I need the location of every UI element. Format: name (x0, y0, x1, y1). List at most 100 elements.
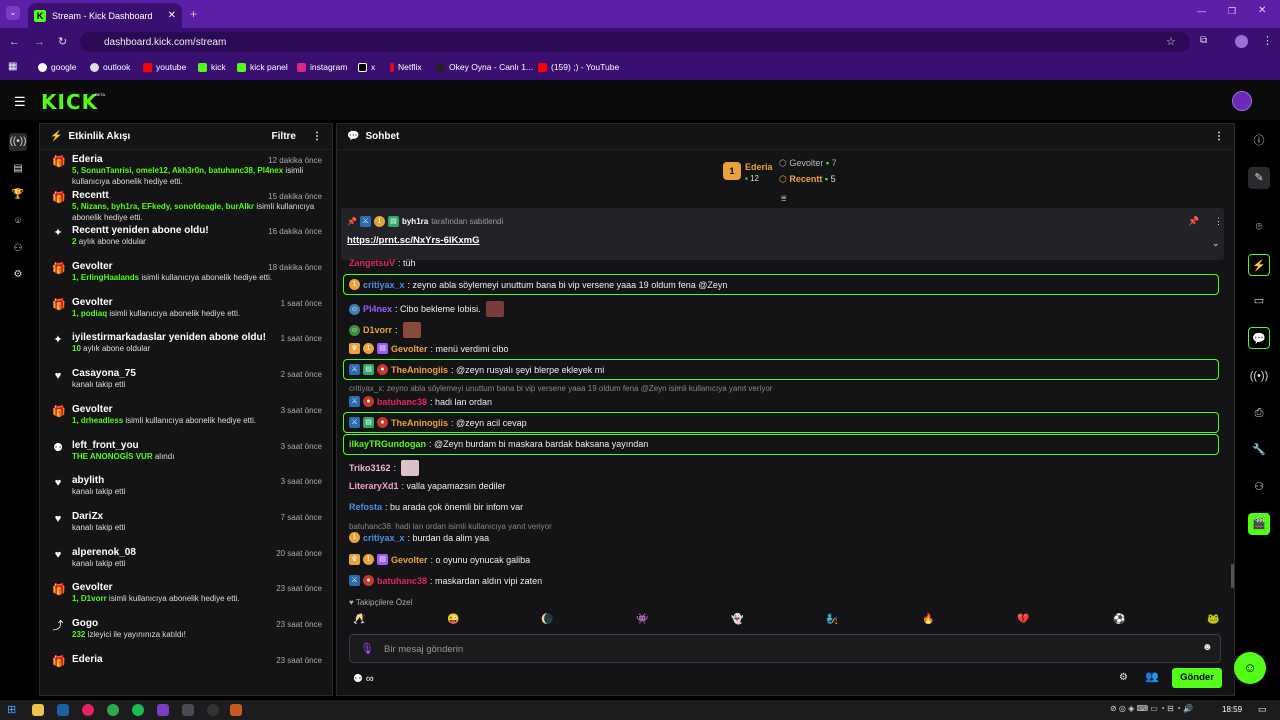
steam-icon[interactable] (57, 704, 69, 716)
chat-message[interactable]: Refosta: bu arada çok önemli bir infom v… (349, 502, 523, 512)
emote-icon[interactable]: 👾 (636, 614, 648, 625)
emote-icon[interactable]: 🧞 (826, 614, 838, 625)
chat-message[interactable]: Triko3162: (349, 460, 420, 476)
bookmark-star-icon[interactable]: ☆ (1166, 35, 1176, 48)
pinned-menu-icon[interactable]: ⋮ (1214, 216, 1223, 227)
chatters-icon[interactable]: 👥 (1145, 670, 1159, 683)
windows-start-icon[interactable]: ⊞ (7, 703, 16, 716)
back-icon[interactable]: ← (9, 36, 20, 48)
file-explorer-icon[interactable] (32, 704, 44, 716)
feed-item[interactable]: ✦ Recentt yeniden abone oldu! 16 dakika ön… (40, 221, 332, 257)
menu-kebab-icon[interactable]: ⋮ (1262, 34, 1273, 47)
active-app-icon[interactable] (230, 704, 242, 716)
obs-icon[interactable] (207, 704, 219, 716)
bookmark-kick[interactable]: kick (198, 62, 226, 72)
notifications-icon[interactable]: ▭ (1258, 704, 1267, 715)
stats-nav-icon[interactable]: ▤ (9, 160, 27, 178)
emote-icon[interactable]: ⚽ (1113, 614, 1125, 625)
tab-search-icon[interactable]: ⌄ (6, 6, 20, 20)
chat-message[interactable]: ilkayTRGundogan: @Zeyn burdam bi maskara… (349, 439, 648, 449)
chat-message[interactable]: ☺ D1vorr: (349, 322, 421, 338)
emote-icon[interactable]: 😜 (447, 614, 459, 625)
feed-item[interactable]: ✦ iyilestirmarkadaslar yeniden abone oldu… (40, 328, 332, 364)
app-icon[interactable] (157, 704, 169, 716)
profile-avatar[interactable] (1235, 35, 1248, 48)
chat-message[interactable]: ☺ Pl4nex: Cibo bekleme lobisi. (349, 301, 504, 317)
chrome-icon[interactable] (107, 704, 119, 716)
emote-icon[interactable]: 💔 (1017, 614, 1029, 625)
chat-message[interactable]: ♛ 1 ▤ Gevolter: o oyunu oynucak galiba (349, 554, 530, 565)
feed-item[interactable]: ♥ alperenok_08 20 saat önce kanalı takip e… (40, 543, 332, 579)
feed-item[interactable]: 🎁 Ederia 12 dakika önce 5, SonunTanrisi, om… (40, 150, 332, 186)
microphone-icon[interactable]: 🎙 (360, 642, 374, 655)
emote-icon[interactable]: 👻 (731, 614, 743, 625)
chat-settings-icon[interactable]: ⚙ (1119, 672, 1128, 683)
close-tab-icon[interactable]: ✕ (168, 10, 176, 21)
bookmark-kick-panel[interactable]: kick panel (237, 62, 288, 72)
feed-item[interactable]: 🎁 Gevolter 23 saat önce 1, D1vorr isimli ku… (40, 578, 332, 614)
chat-username[interactable]: Refosta (349, 502, 382, 512)
chat-username[interactable]: D1vorr (363, 325, 392, 335)
chat-username[interactable]: batuhanc38 (377, 576, 427, 586)
chat-message[interactable]: ♛ 1 ▤ Gevolter: menü verdimi cibo (349, 343, 509, 354)
feed-item[interactable]: ♥ DariZx 7 saat önce kanalı takip etti (40, 507, 332, 543)
opera-icon[interactable] (82, 704, 94, 716)
bookmark-google[interactable]: google (38, 62, 77, 72)
send-button[interactable]: Gönder (1172, 668, 1222, 688)
close-window-icon[interactable]: ✕ (1258, 5, 1266, 16)
chat-toggle-icon[interactable]: 💬 (1248, 327, 1270, 349)
chat-username[interactable]: ilkayTRGundogan (349, 439, 426, 449)
chat-message[interactable]: ⚔ ● batuhanc38: maskardan aldın vipi zaten (349, 575, 542, 586)
settings-nav-icon[interactable]: ⚙ (9, 266, 27, 284)
chat-username[interactable]: Gevolter (391, 555, 428, 565)
chat-username[interactable]: LiteraryXd1 (349, 481, 399, 491)
emoji-picker-icon[interactable]: ☻ (1202, 642, 1213, 653)
chat-username[interactable]: Gevolter (391, 344, 428, 354)
trophy-nav-icon[interactable]: 🏆 (9, 186, 27, 204)
edit-icon[interactable]: ✎ (1248, 167, 1270, 189)
feed-item[interactable]: ⤴ Gogo 23 saat önce 232 izleyici ile yayını… (40, 614, 332, 650)
group-icon[interactable]: ⚇ (1248, 476, 1270, 498)
bookmark-netflix[interactable]: Netflix (390, 62, 422, 72)
filter-button[interactable]: Filtre (272, 131, 296, 142)
chat-message[interactable]: ⚔ ● batuhanc38: hadi lan ordan (349, 396, 492, 407)
feed-item[interactable]: 🎁 Gevolter 18 dakika önce 1, ErlingHaalands… (40, 257, 332, 293)
camera-nav-icon[interactable]: ⌾ (9, 213, 27, 231)
chat-username[interactable]: ZangetsuV (349, 258, 395, 268)
stream-nav-icon[interactable]: ((•)) (9, 133, 27, 151)
expand-leaderboard-icon[interactable]: ⩸ (781, 193, 786, 204)
chat-message[interactable]: ⚔ ▤ ● TheAninogiis: @zeyn acil cevap (349, 417, 527, 428)
chat-username[interactable]: TheAninogiis (391, 418, 448, 428)
reload-icon[interactable]: ↻ (58, 35, 67, 48)
top-gifter-name[interactable]: Ederia (745, 162, 773, 172)
restore-icon[interactable]: ❐ (1228, 6, 1236, 17)
bookmark-x[interactable]: x (358, 62, 375, 72)
chat-message[interactable]: LiteraryXd1: valla yapamazsın dediler (349, 481, 506, 491)
community-nav-icon[interactable]: ⚇ (9, 240, 27, 258)
chat-username[interactable]: critiyax_x (363, 280, 405, 290)
pinned-link[interactable]: https://prnt.sc/NxYrs-6lKxmG (347, 235, 480, 246)
bookmark-instagram[interactable]: instagram (297, 62, 347, 72)
third-gifter[interactable]: ⬡ Recentt ▪ 5 (779, 174, 836, 185)
chat-message[interactable]: ⚔ ▤ ● TheAninogiis: @zeyn rusyalı şeyi bler… (349, 364, 604, 375)
emote-icon[interactable]: 🔥 (922, 614, 934, 625)
chat-username[interactable]: TheAninogiis (391, 365, 448, 375)
user-avatar[interactable] (1232, 91, 1252, 111)
feed-item[interactable]: ♥ abylith 3 saat önce kanalı takip etti (40, 471, 332, 507)
feed-item[interactable]: 🎁 Recentt 15 dakika önce 5, Nizans, byh1ra,… (40, 186, 332, 222)
notes-icon[interactable]: ▭ (1248, 290, 1270, 312)
browser-tab[interactable]: K Stream - Kick Dashboard ✕ (28, 3, 182, 28)
second-gifter[interactable]: ⬡ Gevolter ▪ 7 (779, 158, 837, 169)
extensions-icon[interactable]: ⧉ (1200, 35, 1207, 46)
bookmark-outlook[interactable]: outlook (90, 62, 130, 72)
feed-item[interactable]: 🎁 Gevolter 1 saat önce 1, podiaq isimli kul… (40, 293, 332, 329)
feed-item[interactable]: ♥ Casayona_75 2 saat önce kanalı takip ett… (40, 364, 332, 400)
bookmark-okey[interactable]: Okey Oyna - Canlı 1... (436, 62, 533, 72)
emote-icon[interactable]: 🌘 (541, 614, 553, 625)
minimize-icon[interactable]: — (1197, 6, 1206, 16)
system-tray-icons[interactable]: ⊘ ◎ ◈ ⌨ ▭ ◔ ⊟ ◔ 🔊 (1110, 704, 1193, 713)
chat-menu-icon[interactable]: ⋮ (1214, 131, 1224, 142)
feed-item[interactable]: 🎁 Ederia 23 saat önce (40, 650, 332, 686)
spotify-icon[interactable] (132, 704, 144, 716)
points-icon[interactable]: ⚉ ∞ (353, 672, 374, 685)
